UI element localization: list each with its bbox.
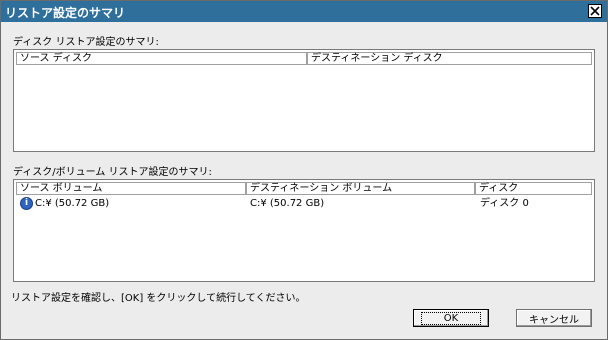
destination-volume-cell: C:¥ (50.72 GB) [250,198,325,209]
ok-button-label: OK [420,311,482,325]
cancel-button[interactable]: キャンセル [516,309,592,327]
disk-cell: ディスク 0 [480,198,529,209]
column-header-destination-volume[interactable]: デスティネーション ボリューム [246,182,475,195]
dialog-title: リストア設定のサマリ [5,6,126,20]
ok-button[interactable]: OK [413,309,489,327]
close-icon [590,6,600,16]
table-row[interactable]: i C:¥ (50.72 GB) C:¥ (50.72 GB) ディスク 0 [16,196,592,211]
title-bar[interactable]: リストア設定のサマリ [1,1,607,22]
close-button[interactable] [588,4,602,18]
column-header-source-volume[interactable]: ソース ボリューム [16,182,246,195]
column-header-destination-disk[interactable]: デスティネーション ディスク [307,52,592,65]
info-icon: i [20,197,33,210]
volume-summary-label: ディスク/ボリューム リストア設定のサマリ: [13,167,212,178]
disk-summary-label: ディスク リストア設定のサマリ: [13,37,159,48]
instruction-text: リストア設定を確認し、[OK] をクリックして続行してください。 [11,293,306,304]
column-header-source-disk[interactable]: ソース ディスク [16,52,307,65]
column-header-disk[interactable]: ディスク [475,182,592,195]
disk-summary-list[interactable]: ソース ディスク デスティネーション ディスク [13,49,595,152]
volume-summary-list[interactable]: ソース ボリューム デスティネーション ボリューム ディスク i C:¥ (50… [13,179,595,282]
source-volume-cell: C:¥ (50.72 GB) [35,198,110,209]
cancel-button-label: キャンセル [529,314,579,326]
restore-summary-dialog: リストア設定のサマリ ディスク リストア設定のサマリ: ソース ディスク デステ… [0,0,608,340]
